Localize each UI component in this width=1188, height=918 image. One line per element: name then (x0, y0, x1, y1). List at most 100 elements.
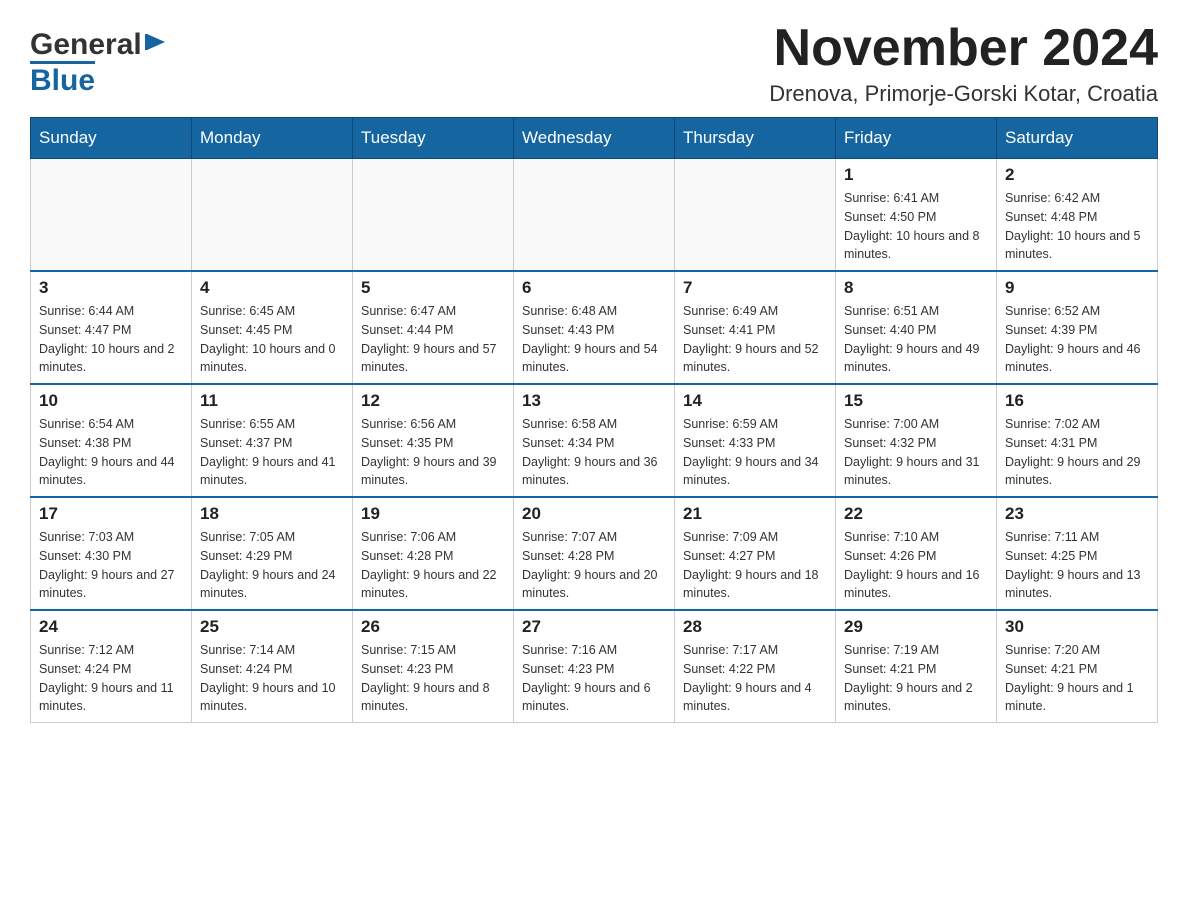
calendar-day-cell: 20 Sunrise: 7:07 AMSunset: 4:28 PMDayligh… (514, 497, 675, 610)
weekday-header-friday: Friday (836, 118, 997, 159)
logo-general-text: General (30, 30, 142, 60)
calendar-week-row: 10 Sunrise: 6:54 AMSunset: 4:38 PMDayligh… (31, 384, 1158, 497)
day-info: Sunrise: 7:11 AMSunset: 4:25 PMDaylight:… (1005, 528, 1149, 603)
calendar-day-cell: 7Sunrise: 6:49 AMSunset: 4:41 PMDaylight… (675, 271, 836, 384)
day-info: Sunrise: 7:07 AMSunset: 4:28 PMDaylight:… (522, 528, 666, 603)
day-info: Sunrise: 6:48 AMSunset: 4:43 PMDaylight:… (522, 302, 666, 377)
calendar-day-cell (353, 159, 514, 272)
calendar-day-cell (31, 159, 192, 272)
day-info: Sunrise: 6:51 AMSunset: 4:40 PMDaylight:… (844, 302, 988, 377)
day-info: Sunrise: 6:44 AMSunset: 4:47 PMDaylight:… (39, 302, 183, 377)
calendar-subtitle: Drenova, Primorje-Gorski Kotar, Croatia (769, 81, 1158, 107)
day-info: Sunrise: 6:55 AMSunset: 4:37 PMDaylight:… (200, 415, 344, 490)
calendar-day-cell: 11 Sunrise: 6:55 AMSunset: 4:37 PMDayligh… (192, 384, 353, 497)
day-number: 25 (200, 617, 344, 637)
page-header: General Blue November 2024 Drenova, Prim… (30, 20, 1158, 107)
day-info: Sunrise: 7:16 AMSunset: 4:23 PMDaylight:… (522, 641, 666, 716)
day-number: 27 (522, 617, 666, 637)
calendar-day-cell: 4 Sunrise: 6:45 AMSunset: 4:45 PMDaylight… (192, 271, 353, 384)
day-info: Sunrise: 6:54 AMSunset: 4:38 PMDaylight:… (39, 415, 183, 490)
day-info: Sunrise: 6:45 AMSunset: 4:45 PMDaylight:… (200, 302, 344, 377)
calendar-week-row: 24Sunrise: 7:12 AMSunset: 4:24 PMDayligh… (31, 610, 1158, 723)
calendar-day-cell: 23 Sunrise: 7:11 AMSunset: 4:25 PMDayligh… (997, 497, 1158, 610)
day-info: Sunrise: 6:41 AMSunset: 4:50 PMDaylight:… (844, 189, 988, 264)
calendar-day-cell: 14 Sunrise: 6:59 AMSunset: 4:33 PMDayligh… (675, 384, 836, 497)
logo-flag-icon (145, 32, 167, 58)
calendar-week-row: 3 Sunrise: 6:44 AMSunset: 4:47 PMDaylight… (31, 271, 1158, 384)
calendar-week-row: 1 Sunrise: 6:41 AMSunset: 4:50 PMDaylight… (31, 159, 1158, 272)
day-number: 24 (39, 617, 183, 637)
day-number: 1 (844, 165, 988, 185)
day-info: Sunrise: 7:09 AMSunset: 4:27 PMDaylight:… (683, 528, 827, 603)
calendar-day-cell: 9Sunrise: 6:52 AMSunset: 4:39 PMDaylight… (997, 271, 1158, 384)
calendar-day-cell: 27 Sunrise: 7:16 AMSunset: 4:23 PMDayligh… (514, 610, 675, 723)
weekday-header-row: SundayMondayTuesdayWednesdayThursdayFrid… (31, 118, 1158, 159)
day-number: 4 (200, 278, 344, 298)
calendar-day-cell: 24Sunrise: 7:12 AMSunset: 4:24 PMDayligh… (31, 610, 192, 723)
day-number: 23 (1005, 504, 1149, 524)
calendar-body: 1 Sunrise: 6:41 AMSunset: 4:50 PMDaylight… (31, 159, 1158, 723)
calendar-day-cell: 1 Sunrise: 6:41 AMSunset: 4:50 PMDaylight… (836, 159, 997, 272)
day-number: 8 (844, 278, 988, 298)
day-number: 7 (683, 278, 827, 298)
day-number: 20 (522, 504, 666, 524)
day-number: 6 (522, 278, 666, 298)
day-number: 15 (844, 391, 988, 411)
weekday-header-tuesday: Tuesday (353, 118, 514, 159)
weekday-header-sunday: Sunday (31, 118, 192, 159)
calendar-day-cell: 5 Sunrise: 6:47 AMSunset: 4:44 PMDaylight… (353, 271, 514, 384)
calendar-day-cell: 26 Sunrise: 7:15 AMSunset: 4:23 PMDayligh… (353, 610, 514, 723)
day-number: 17 (39, 504, 183, 524)
calendar-week-row: 17 Sunrise: 7:03 AMSunset: 4:30 PMDayligh… (31, 497, 1158, 610)
day-info: Sunrise: 7:10 AMSunset: 4:26 PMDaylight:… (844, 528, 988, 603)
day-number: 13 (522, 391, 666, 411)
day-number: 11 (200, 391, 344, 411)
day-info: Sunrise: 6:52 AMSunset: 4:39 PMDaylight:… (1005, 302, 1149, 377)
day-info: Sunrise: 7:02 AMSunset: 4:31 PMDaylight:… (1005, 415, 1149, 490)
day-number: 16 (1005, 391, 1149, 411)
calendar-day-cell (514, 159, 675, 272)
calendar-day-cell: 19 Sunrise: 7:06 AMSunset: 4:28 PMDayligh… (353, 497, 514, 610)
day-info: Sunrise: 7:20 AMSunset: 4:21 PMDaylight:… (1005, 641, 1149, 716)
day-info: Sunrise: 7:03 AMSunset: 4:30 PMDaylight:… (39, 528, 183, 603)
day-number: 21 (683, 504, 827, 524)
calendar-day-cell: 18Sunrise: 7:05 AMSunset: 4:29 PMDayligh… (192, 497, 353, 610)
day-number: 10 (39, 391, 183, 411)
day-number: 19 (361, 504, 505, 524)
logo-blue-text: Blue (30, 64, 95, 97)
calendar-day-cell: 25 Sunrise: 7:14 AMSunset: 4:24 PMDayligh… (192, 610, 353, 723)
day-number: 29 (844, 617, 988, 637)
calendar-day-cell: 22 Sunrise: 7:10 AMSunset: 4:26 PMDayligh… (836, 497, 997, 610)
weekday-header-saturday: Saturday (997, 118, 1158, 159)
day-info: Sunrise: 6:56 AMSunset: 4:35 PMDaylight:… (361, 415, 505, 490)
day-info: Sunrise: 7:19 AMSunset: 4:21 PMDaylight:… (844, 641, 988, 716)
title-block: November 2024 Drenova, Primorje-Gorski K… (769, 20, 1158, 107)
logo: General Blue (30, 20, 167, 98)
day-number: 5 (361, 278, 505, 298)
calendar-day-cell: 8 Sunrise: 6:51 AMSunset: 4:40 PMDaylight… (836, 271, 997, 384)
day-info: Sunrise: 7:15 AMSunset: 4:23 PMDaylight:… (361, 641, 505, 716)
day-number: 28 (683, 617, 827, 637)
day-number: 18 (200, 504, 344, 524)
day-info: Sunrise: 7:06 AMSunset: 4:28 PMDaylight:… (361, 528, 505, 603)
day-number: 14 (683, 391, 827, 411)
day-info: Sunrise: 6:42 AMSunset: 4:48 PMDaylight:… (1005, 189, 1149, 264)
weekday-header-thursday: Thursday (675, 118, 836, 159)
day-number: 26 (361, 617, 505, 637)
weekday-header-monday: Monday (192, 118, 353, 159)
calendar-day-cell (675, 159, 836, 272)
calendar-day-cell: 13 Sunrise: 6:58 AMSunset: 4:34 PMDayligh… (514, 384, 675, 497)
day-info: Sunrise: 6:47 AMSunset: 4:44 PMDaylight:… (361, 302, 505, 377)
weekday-header-wednesday: Wednesday (514, 118, 675, 159)
day-info: Sunrise: 7:14 AMSunset: 4:24 PMDaylight:… (200, 641, 344, 716)
calendar-day-cell: 2Sunrise: 6:42 AMSunset: 4:48 PMDaylight… (997, 159, 1158, 272)
calendar-day-cell: 29 Sunrise: 7:19 AMSunset: 4:21 PMDayligh… (836, 610, 997, 723)
day-info: Sunrise: 7:00 AMSunset: 4:32 PMDaylight:… (844, 415, 988, 490)
day-number: 3 (39, 278, 183, 298)
day-info: Sunrise: 6:59 AMSunset: 4:33 PMDaylight:… (683, 415, 827, 490)
calendar-header: SundayMondayTuesdayWednesdayThursdayFrid… (31, 118, 1158, 159)
day-info: Sunrise: 6:58 AMSunset: 4:34 PMDaylight:… (522, 415, 666, 490)
calendar-day-cell (192, 159, 353, 272)
calendar-table: SundayMondayTuesdayWednesdayThursdayFrid… (30, 117, 1158, 723)
day-number: 22 (844, 504, 988, 524)
